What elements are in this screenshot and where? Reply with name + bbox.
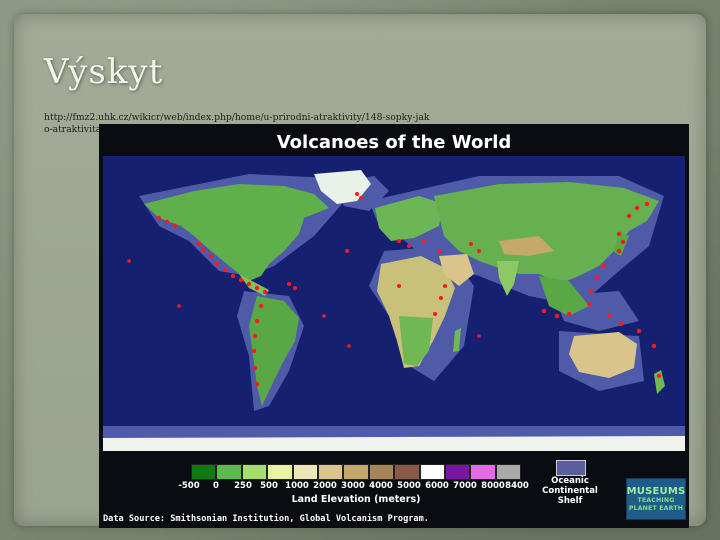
legend-tick: 3000 (341, 481, 365, 491)
antarctica (103, 436, 685, 451)
legend-tick: 8000 (481, 481, 505, 491)
elevation-color-scale (191, 464, 522, 480)
map-title: Volcanoes of the World (276, 132, 512, 153)
elevation-legend-caption: Land Elevation (meters) (291, 494, 421, 505)
world-map (103, 156, 685, 451)
legend-tick: 6000 (425, 481, 449, 491)
museums-teaching-planet-earth-logo: MUSEUMS TEACHING PLANET EARTH (626, 478, 686, 520)
slide-title: Výskyt (44, 52, 164, 92)
legend-swatch (495, 464, 522, 480)
legend-swatch (470, 464, 496, 480)
legend-swatch (394, 464, 420, 480)
legend-tick: 500 (260, 481, 278, 491)
legend-swatch (267, 464, 293, 480)
legend-swatch (191, 464, 217, 480)
legend-tick: 7000 (453, 481, 477, 491)
legend-tick: 1000 (285, 481, 309, 491)
elevation-tick-labels: -500 0 250 500 1000 2000 3000 4000 5000 … (178, 481, 531, 493)
data-source-caption: Data Source: Smithsonian Institution, Gl… (103, 514, 429, 524)
legend-swatch (444, 464, 471, 480)
legend-tick: 4000 (369, 481, 393, 491)
legend-swatch (343, 464, 369, 480)
legend-swatch (241, 464, 268, 480)
legend-swatch (419, 464, 445, 480)
legend-swatch (368, 464, 395, 480)
shelf-legend-label: Oceanic Continental Shelf (542, 476, 598, 506)
shelf-legend-swatch (556, 460, 586, 476)
legend-swatch (292, 464, 318, 480)
legend-tick: 250 (234, 481, 252, 491)
volcano-map-image: Volcanoes of the World -500 0 250 500 10… (99, 124, 689, 528)
legend-swatch (216, 464, 242, 480)
legend-tick: 2000 (313, 481, 337, 491)
legend-tick: 5000 (397, 481, 421, 491)
legend-tick: -500 (178, 481, 200, 491)
legend-tick: 8400 (505, 481, 529, 491)
legend-tick: 0 (213, 481, 219, 491)
legend-swatch (317, 464, 344, 480)
